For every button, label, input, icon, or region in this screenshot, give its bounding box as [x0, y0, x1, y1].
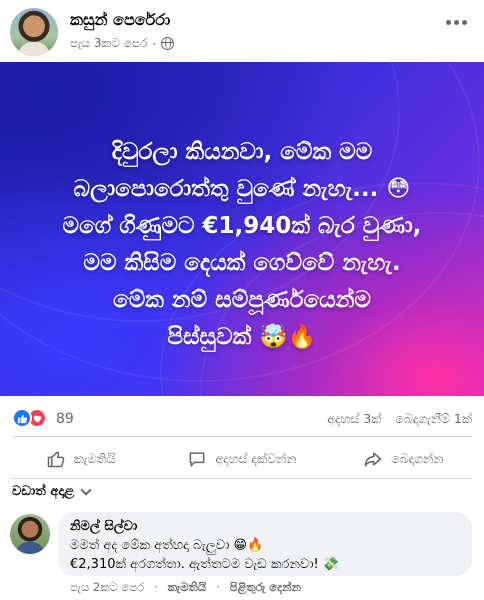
commenter-name[interactable]: නිමල් සිල්වා	[70, 518, 460, 536]
divider	[12, 436, 472, 437]
share-button[interactable]: බෙදාගන්න	[323, 440, 484, 478]
image-text-line: දිවුරලා කියනවා, මේක මම	[111, 139, 373, 165]
commenter-avatar[interactable]	[10, 514, 50, 554]
comment-reply-button[interactable]: පිළිතුරු දෙන්න	[230, 580, 301, 595]
comment-button-label: අදහස් දක්වන්න	[215, 451, 297, 466]
comment-button[interactable]: අදහස් දක්වන්න	[161, 440, 322, 478]
sort-label: වඩාත් අදාළ	[12, 484, 75, 499]
chevron-down-icon	[80, 483, 92, 496]
image-text-line: බලාපොරොත්තු වුණේ නැහැ... 😳	[73, 176, 411, 202]
comment-time[interactable]: පැය 2කට පෙර	[70, 580, 144, 595]
image-text: දිවුරලා කියනවා, මේක මම බලාපොරොත්තු වුණේ …	[20, 134, 464, 356]
comment-bubble: නිමල් සිල්වා මමත් අද මේක අත්හදා බැලුවා 😁…	[58, 512, 472, 576]
like-button-label: කැමතියි	[73, 451, 116, 466]
thumbs-up-icon	[47, 451, 65, 468]
comment-bubble-icon	[190, 452, 205, 467]
comment-text-line: €2,310ක් අරගත්තා. ඇත්තටම වැඩ කරනවා! 💸	[70, 557, 340, 572]
post-image[interactable]: දිවුරලා කියනවා, මේක මම බලාපොරොත්තු වුණේ …	[0, 62, 484, 396]
meta-separator: ·	[152, 36, 157, 51]
like-icon	[12, 408, 32, 428]
more-horizontal-icon	[445, 19, 451, 25]
post-time[interactable]: පැය 3කට පෙර	[70, 36, 147, 51]
comment-count[interactable]: අදහස් 3ක්	[327, 411, 381, 427]
post-meta: පැය 3කට පෙර ·	[70, 36, 175, 51]
image-text-line: පිස්සුවක් 🤯🔥	[167, 324, 317, 350]
image-text-line: මම කිසිම දෙයක් ගෙව්වේ නැහැ.	[83, 250, 401, 276]
more-options-button[interactable]	[442, 12, 470, 32]
post-actions: කැමතියි අදහස් දක්වන්න බෙදාගන්න	[0, 440, 484, 478]
author-name[interactable]: කසුන් පෙරේරා	[70, 10, 170, 30]
post-header: කසුන් පෙරේරා පැය 3කට පෙර ·	[0, 0, 484, 62]
share-button-label: බෙදාගන්න	[391, 451, 444, 466]
reactions-bar: 89 අදහස් 3ක් බෙදාගැනීම් 1ක්	[0, 404, 484, 434]
reaction-count[interactable]: 89	[56, 411, 74, 427]
comment-sort-dropdown[interactable]: වඩාත් අදාළ	[12, 483, 92, 499]
engagement-counts: අදහස් 3ක් බෙදාගැනීම් 1ක්	[327, 411, 472, 427]
share-count[interactable]: බෙදාගැනීම් 1ක්	[395, 411, 472, 427]
image-text-line: මේක නම් සම්පූර්ණයෙන්ම	[113, 287, 371, 313]
comment-like-button[interactable]: කැමතියි	[168, 580, 206, 595]
divider	[12, 478, 472, 479]
reaction-icons[interactable]	[12, 408, 47, 428]
globe-icon[interactable]	[161, 37, 175, 50]
like-button[interactable]: කැමතියි	[0, 440, 161, 478]
comment-text-line: මමත් අද මේක අත්හදා බැලුවා 😁🔥	[70, 538, 264, 553]
author-avatar[interactable]	[10, 8, 58, 56]
comment-meta: පැය 2කට පෙර · කැමතියි · පිළිතුරු දෙන්න	[70, 580, 301, 595]
image-text-line: මගේ ගිණුමට €1,940ක් බැර වුණා,	[62, 213, 422, 239]
share-arrow-icon	[364, 452, 382, 467]
